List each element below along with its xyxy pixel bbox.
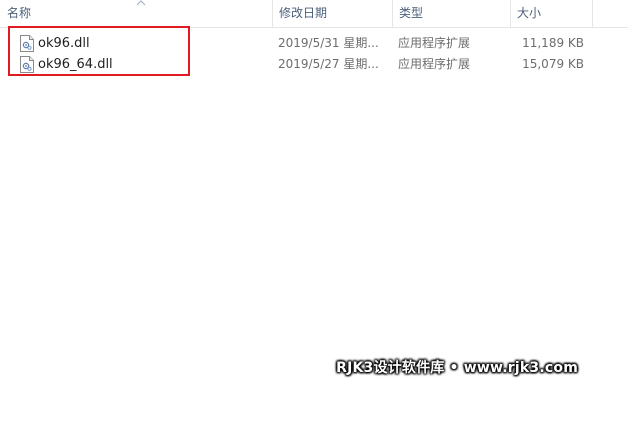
column-header-date-label: 修改日期: [279, 6, 328, 20]
file-size: 11,189 KB: [522, 36, 584, 50]
file-row[interactable]: ok96_64.dll 2019/5/27 星期... 应用程序扩展 15,07…: [0, 54, 628, 75]
column-header-name-label: 名称: [7, 6, 32, 20]
column-header-date[interactable]: 修改日期: [272, 0, 392, 27]
file-row[interactable]: ok96.dll 2019/5/31 星期... 应用程序扩展 11,189 K…: [0, 33, 628, 54]
column-header-bar: 名称 修改日期 类型 大小: [0, 0, 628, 28]
file-type: 应用程序扩展: [398, 36, 471, 50]
column-header-type-label: 类型: [399, 6, 424, 20]
column-header-size-label: 大小: [517, 6, 542, 20]
column-header-type[interactable]: 类型: [392, 0, 510, 27]
file-date-modified: 2019/5/31 星期...: [278, 36, 379, 50]
column-divider[interactable]: [592, 0, 593, 27]
file-name: ok96_64.dll: [38, 57, 113, 72]
column-header-size[interactable]: 大小: [510, 0, 592, 27]
file-type: 应用程序扩展: [398, 57, 471, 71]
dll-file-icon: [20, 35, 34, 52]
file-name: ok96.dll: [38, 36, 90, 51]
sort-ascending-icon: [136, 0, 146, 6]
dll-file-icon: [20, 56, 34, 73]
watermark-text: RJK3设计软件库 • www.rjk3.com: [336, 360, 578, 376]
file-size: 15,079 KB: [522, 57, 584, 71]
file-date-modified: 2019/5/27 星期...: [278, 57, 379, 71]
